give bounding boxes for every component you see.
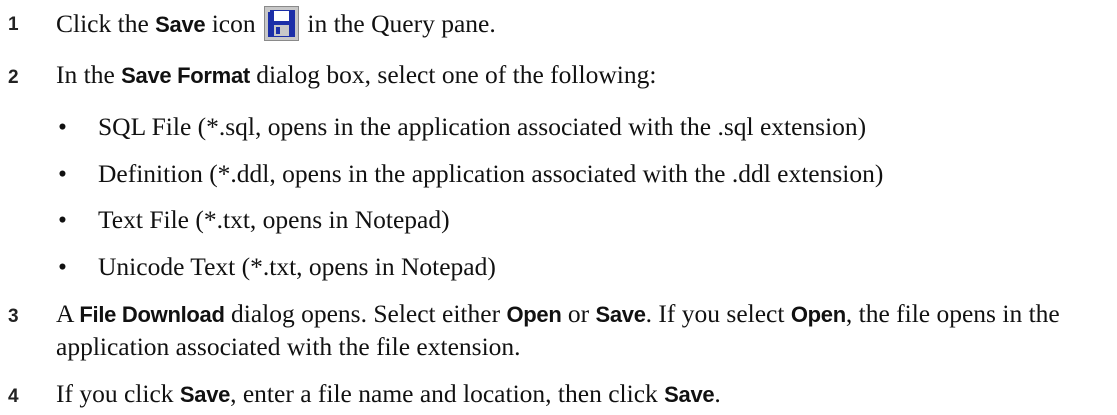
step-number: 4 xyxy=(8,386,19,407)
step-text: A File Download dialog opens. Select eit… xyxy=(56,299,1060,361)
step-number: 1 xyxy=(8,14,19,35)
step-text: In the Save Format dialog box, select on… xyxy=(56,60,657,89)
open-label: Open xyxy=(506,302,562,327)
bullet-icon: • xyxy=(58,205,67,234)
save-label: Save xyxy=(179,382,231,407)
step-number: 2 xyxy=(8,67,19,88)
open-label: Open xyxy=(790,302,846,327)
save-format-label: Save Format xyxy=(121,63,250,88)
save-label: Save xyxy=(155,12,206,37)
bullet-icon: • xyxy=(58,252,67,281)
save-icon xyxy=(264,6,299,41)
file-download-label: File Download xyxy=(79,302,225,327)
step-text: If you click Save, enter a file name and… xyxy=(56,379,721,408)
bullet-icon: • xyxy=(58,112,67,141)
step-number: 3 xyxy=(8,306,19,327)
save-label: Save xyxy=(595,302,646,327)
bullet-icon: • xyxy=(58,159,67,188)
step-text: Click the Save icon in the Query pane. xyxy=(56,6,1107,41)
save-label: Save xyxy=(664,382,715,407)
